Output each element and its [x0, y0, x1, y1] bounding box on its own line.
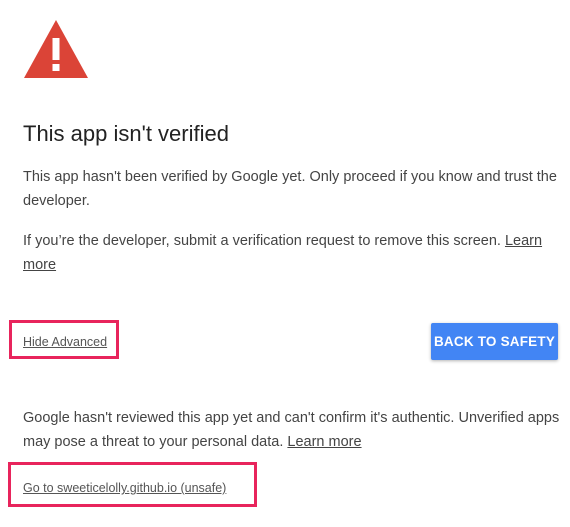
developer-note-text: If you’re the developer, submit a verifi…: [23, 233, 505, 249]
developer-note: If you’re the developer, submit a verifi…: [23, 229, 563, 277]
back-to-safety-button[interactable]: BACK TO SAFETY: [431, 323, 558, 360]
warning-icon: [24, 20, 88, 78]
learn-more-link-advanced[interactable]: Learn more: [287, 434, 361, 450]
go-to-unsafe-link[interactable]: Go to sweeticelolly.github.io (unsafe): [23, 480, 226, 496]
hide-advanced-link[interactable]: Hide Advanced: [23, 334, 107, 350]
unverified-description: This app hasn't been verified by Google …: [23, 169, 557, 209]
risk-warning: Google hasn't reviewed this app yet and …: [23, 406, 563, 454]
page-title: This app isn't verified: [23, 121, 229, 146]
